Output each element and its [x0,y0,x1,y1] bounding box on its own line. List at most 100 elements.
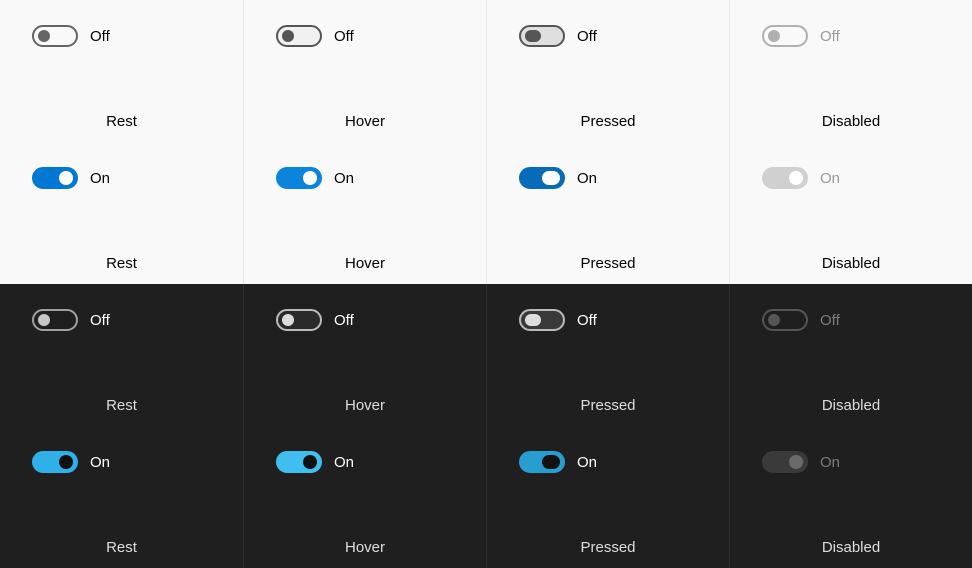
toggle-dark-off-rest[interactable]: Off [0,284,243,344]
toggle-label: On [820,170,840,187]
state-label-rest: Rest [0,397,243,414]
state-label-pressed: Pressed [487,397,729,414]
toggle-track [32,451,78,473]
cell-dark-on-disabled: On Disabled [729,426,972,568]
state-label-pressed: Pressed [487,113,729,130]
state-label-disabled: Disabled [730,255,972,272]
toggle-thumb [59,455,73,469]
toggle-track [762,451,808,473]
cell-light-on-hover: On Hover [243,142,486,284]
toggle-track [276,309,322,331]
toggle-thumb [282,314,294,326]
cell-light-off-hover: Off Hover [243,0,486,142]
state-label-hover: Hover [244,539,486,556]
toggle-dark-on-pressed[interactable]: On [487,426,729,486]
toggle-track [519,25,565,47]
toggle-label: On [90,454,110,471]
cell-dark-off-rest: Off Rest [0,284,243,426]
toggle-light-on-pressed[interactable]: On [487,142,729,202]
toggle-track [519,167,565,189]
toggle-light-on-hover[interactable]: On [244,142,486,202]
cell-dark-off-disabled: Off Disabled [729,284,972,426]
toggle-light-on-disabled: On [730,142,972,202]
toggle-label: On [334,454,354,471]
toggle-label: On [334,170,354,187]
toggle-label: Off [577,28,597,45]
toggle-light-on-rest[interactable]: On [0,142,243,202]
toggle-track [32,167,78,189]
toggle-track [762,25,808,47]
toggle-dark-on-rest[interactable]: On [0,426,243,486]
cell-dark-on-pressed: On Pressed [486,426,729,568]
toggle-light-off-hover[interactable]: Off [244,0,486,60]
toggle-label: On [577,170,597,187]
toggle-track [276,25,322,47]
toggle-label: On [820,454,840,471]
toggle-light-off-pressed[interactable]: Off [487,0,729,60]
toggle-track [762,167,808,189]
state-label-rest: Rest [0,113,243,130]
cell-light-off-pressed: Off Pressed [486,0,729,142]
cell-light-on-disabled: On Disabled [729,142,972,284]
cell-dark-on-rest: On Rest [0,426,243,568]
toggle-thumb [38,30,50,42]
state-label-rest: Rest [0,255,243,272]
toggle-light-off-rest[interactable]: Off [0,0,243,60]
toggle-thumb [525,30,541,42]
cell-dark-on-hover: On Hover [243,426,486,568]
toggle-light-off-disabled: Off [730,0,972,60]
toggle-thumb [303,171,317,185]
toggle-thumb [525,314,541,326]
toggle-track [32,25,78,47]
toggle-thumb [789,455,803,469]
toggle-label: On [577,454,597,471]
toggle-thumb [542,171,560,185]
state-label-disabled: Disabled [730,397,972,414]
toggle-dark-on-disabled: On [730,426,972,486]
toggle-thumb [59,171,73,185]
row-dark-off: Off Rest Off Hover Off Pressed Off Disab… [0,284,972,426]
state-label-pressed: Pressed [487,539,729,556]
cell-light-off-disabled: Off Disabled [729,0,972,142]
toggle-track [276,167,322,189]
toggle-track [276,451,322,473]
toggle-thumb [768,30,780,42]
state-label-hover: Hover [244,255,486,272]
toggle-dark-on-hover[interactable]: On [244,426,486,486]
toggle-dark-off-hover[interactable]: Off [244,284,486,344]
row-light-on: On Rest On Hover On Pressed On Disabled [0,142,972,284]
toggle-label: Off [820,28,840,45]
cell-dark-off-pressed: Off Pressed [486,284,729,426]
toggle-thumb [768,314,780,326]
toggle-label: Off [90,312,110,329]
state-label-rest: Rest [0,539,243,556]
state-label-hover: Hover [244,397,486,414]
state-label-hover: Hover [244,113,486,130]
toggle-thumb [789,171,803,185]
toggle-thumb [38,314,50,326]
toggle-label: Off [334,312,354,329]
toggle-label: On [90,170,110,187]
toggle-label: Off [334,28,354,45]
state-label-disabled: Disabled [730,539,972,556]
state-label-disabled: Disabled [730,113,972,130]
toggle-label: Off [90,28,110,45]
cell-dark-off-hover: Off Hover [243,284,486,426]
toggle-thumb [542,455,560,469]
row-dark-on: On Rest On Hover On Pressed On Disabled [0,426,972,568]
toggle-thumb [303,455,317,469]
cell-light-on-pressed: On Pressed [486,142,729,284]
toggle-dark-off-disabled: Off [730,284,972,344]
toggle-dark-off-pressed[interactable]: Off [487,284,729,344]
toggle-thumb [282,30,294,42]
toggle-label: Off [577,312,597,329]
row-light-off: Off Rest Off Hover Off Pressed Off Disab… [0,0,972,142]
toggle-label: Off [820,312,840,329]
cell-light-off-rest: Off Rest [0,0,243,142]
toggle-track [519,451,565,473]
toggle-track [519,309,565,331]
cell-light-on-rest: On Rest [0,142,243,284]
toggle-track [762,309,808,331]
state-label-pressed: Pressed [487,255,729,272]
toggle-track [32,309,78,331]
